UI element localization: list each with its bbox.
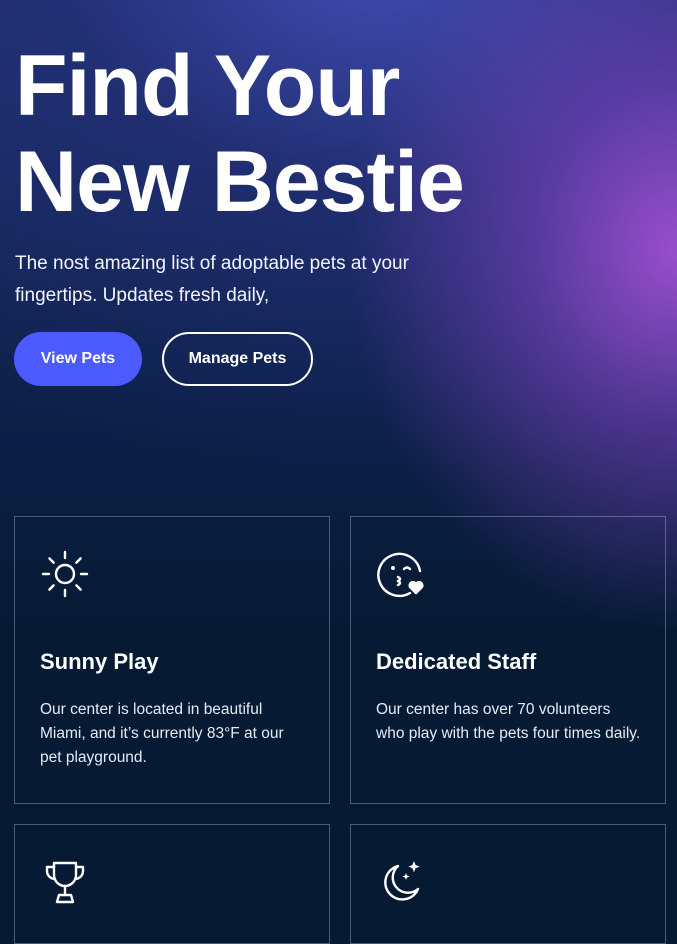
view-pets-button[interactable]: View Pets xyxy=(14,332,142,386)
feature-card-3 xyxy=(14,824,330,944)
feature-card-sunny-play: Sunny Play Our center is located in beau… xyxy=(14,516,330,804)
sun-icon xyxy=(41,550,89,598)
headline-line-1: Find Your xyxy=(15,38,400,134)
feature-description: Our center has over 70 volunteers who pl… xyxy=(376,701,641,742)
hero-headline: Find Your New Bestie xyxy=(15,38,465,230)
feature-title: Sunny Play xyxy=(40,649,159,674)
feature-description: Our center is located in beautiful Miami… xyxy=(40,701,284,766)
hero-tagline: The nost amazing list of adoptable pets … xyxy=(15,253,409,306)
manage-pets-button[interactable]: Manage Pets xyxy=(162,332,313,386)
moon-stars-icon xyxy=(384,861,420,901)
headline-line-2: New Bestie xyxy=(15,134,465,230)
feature-title: Dedicated Staff xyxy=(376,649,537,674)
feature-card-dedicated-staff: Dedicated Staff Our center has over 70 v… xyxy=(350,516,666,804)
page: Find Your New Bestie The nost amazing li… xyxy=(0,0,677,944)
feature-card-4 xyxy=(350,824,666,944)
trophy-icon xyxy=(45,861,85,904)
kiss-face-icon xyxy=(377,552,424,598)
